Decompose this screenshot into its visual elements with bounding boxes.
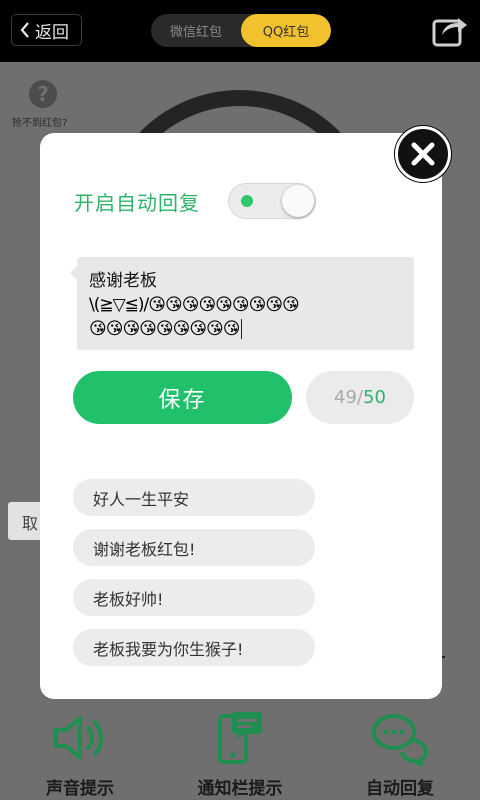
nav-sound-label: 声音提示 bbox=[46, 779, 114, 799]
back-button[interactable]: 返回 bbox=[11, 14, 82, 46]
auto-reply-toggle[interactable] bbox=[228, 183, 316, 219]
nav-auto-reply-label: 自动回复 bbox=[366, 779, 434, 799]
text-cursor bbox=[240, 319, 242, 339]
back-label: 返回 bbox=[35, 22, 69, 43]
auto-reply-dialog: 开启自动回复 感谢老板 \(≧▽≦)/😘😘😘😘😘😘😘😘😘 😘😘😘😘😘😘😘😘😘 保… bbox=[40, 133, 442, 699]
chevron-left-icon bbox=[20, 22, 29, 38]
nav-notification[interactable]: 通知栏提示 bbox=[160, 700, 320, 800]
save-button[interactable]: 保存 bbox=[73, 371, 292, 424]
nav-sound[interactable]: 声音提示 bbox=[0, 700, 160, 800]
help-text[interactable]: 抢不到红包? bbox=[12, 114, 67, 129]
help-icon[interactable]: ? bbox=[29, 80, 57, 108]
reply-message-input[interactable]: 感谢老板 \(≧▽≦)/😘😘😘😘😘😘😘😘😘 😘😘😘😘😘😘😘😘😘 bbox=[77, 257, 414, 350]
bottom-nav: 声音提示 通知栏提示 自动回复 bbox=[0, 700, 480, 800]
message-line-3: 😘😘😘😘😘😘😘😘😘 bbox=[89, 317, 404, 341]
close-dialog-button[interactable] bbox=[395, 126, 451, 182]
auto-reply-label: 开启自动回复 bbox=[74, 191, 200, 215]
nav-notification-label: 通知栏提示 bbox=[197, 779, 283, 799]
preset-reply[interactable]: 谢谢老板红包! bbox=[73, 529, 315, 566]
top-bar: 返回 微信红包 QQ红包 bbox=[0, 0, 480, 62]
tab-wechat[interactable]: 微信红包 bbox=[151, 14, 241, 47]
message-line-2: \(≧▽≦)/😘😘😘😘😘😘😘😘😘 bbox=[89, 295, 300, 315]
message-line-3-text: 😘😘😘😘😘😘😘😘😘 bbox=[89, 319, 240, 339]
char-count-current: 49 bbox=[334, 387, 357, 408]
chat-bubbles-icon bbox=[372, 714, 428, 766]
preset-reply[interactable]: 好人一生平安 bbox=[73, 479, 315, 516]
red-packet-type-switch: 微信红包 QQ红包 bbox=[151, 14, 331, 47]
preset-reply[interactable]: 老板好帅! bbox=[73, 579, 315, 616]
toggle-on-indicator bbox=[241, 195, 253, 207]
close-icon bbox=[411, 142, 435, 166]
speaker-icon bbox=[54, 716, 103, 760]
nav-auto-reply[interactable]: 自动回复 bbox=[320, 700, 480, 800]
message-line-1: 感谢老板 bbox=[89, 271, 157, 291]
share-icon[interactable] bbox=[432, 13, 468, 47]
tab-qq[interactable]: QQ红包 bbox=[241, 14, 331, 47]
char-count-max: 50 bbox=[363, 387, 386, 408]
char-counter: 49/50 bbox=[306, 371, 414, 424]
phone-notification-icon bbox=[218, 712, 262, 764]
toggle-knob bbox=[282, 185, 314, 217]
preset-reply[interactable]: 老板我要为你生猴子! bbox=[73, 629, 315, 666]
